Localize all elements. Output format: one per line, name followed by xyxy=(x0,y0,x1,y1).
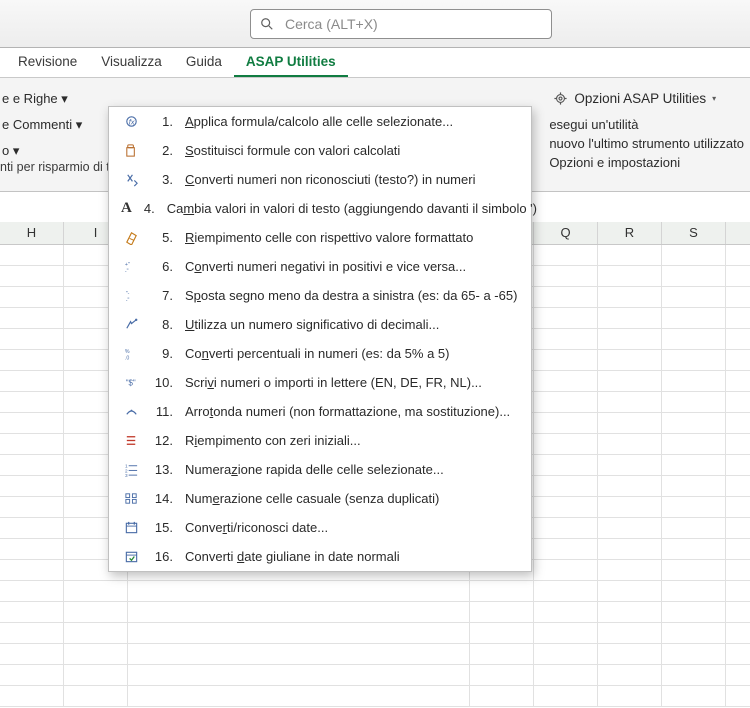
svg-text:+": +" xyxy=(125,262,130,268)
menu-icon-6: +"-" xyxy=(121,257,141,277)
opzioni-asap-label: Opzioni ASAP Utilities xyxy=(574,91,706,106)
menu-icon-3 xyxy=(121,170,141,190)
col-s[interactable]: S xyxy=(662,222,726,244)
menu-icon-15 xyxy=(121,518,141,538)
menu-icon-4: A xyxy=(121,199,132,219)
menu-icon-14 xyxy=(121,489,141,509)
menu-icon-12 xyxy=(121,431,141,451)
tab-revisione[interactable]: Revisione xyxy=(6,48,89,77)
menu-label: Sposta segno meno da destra a sinistra (… xyxy=(185,288,517,303)
menu-icon-8 xyxy=(121,315,141,335)
options-list: esegui un'utilità nuovo l'ultimo strumen… xyxy=(543,117,744,170)
opzioni-asap-button[interactable]: Opzioni ASAP Utilities ▾ xyxy=(543,86,725,111)
menu-num: 9. xyxy=(153,346,173,361)
ribbon-tabs: Revisione Visualizza Guida ASAP Utilitie… xyxy=(0,48,750,78)
ribbon-left-stub: e e Righe ▾ e Commenti ▾ o ▾ xyxy=(0,86,108,164)
menu-label: Converti numeri non riconosciuti (testo?… xyxy=(185,172,475,187)
gear-icon xyxy=(552,91,568,107)
menu-item-16[interactable]: 16. Converti date giuliane in date normal… xyxy=(109,542,531,571)
menu-item-15[interactable]: 15. Converti/riconosci date... xyxy=(109,513,531,542)
svg-text:-": -" xyxy=(126,297,130,303)
menu-num: 13. xyxy=(153,462,173,477)
menu-item-5[interactable]: 5. Riempimento celle con rispettivo valor… xyxy=(109,223,531,252)
menu-item-2[interactable]: 2. Sostituisci formule con valori calcola… xyxy=(109,136,531,165)
svg-text:"$": "$" xyxy=(126,378,136,387)
menu-label: Cambia valori in valori di testo (aggiun… xyxy=(167,201,537,216)
menu-num: 8. xyxy=(153,317,173,332)
menu-num: 12. xyxy=(153,433,173,448)
menu-icon-2 xyxy=(121,141,141,161)
col-h[interactable]: H xyxy=(0,222,64,244)
menu-item-8[interactable]: 8. Utilizza un numero significativo di de… xyxy=(109,310,531,339)
opt-esegui[interactable]: esegui un'utilità xyxy=(549,117,744,132)
menu-num: 6. xyxy=(153,259,173,274)
numeri-date-dropdown: fx 1. Applica formula/calcolo alle celle s… xyxy=(108,106,532,572)
col-r[interactable]: R xyxy=(598,222,662,244)
menu-item-11[interactable]: 11. Arrotonda numeri (non formattazione, … xyxy=(109,397,531,426)
stub-row-1[interactable]: e e Righe ▾ xyxy=(2,86,108,112)
menu-label: Converti/riconosci date... xyxy=(185,520,328,535)
opt-nuovo[interactable]: nuovo l'ultimo strumento utilizzato xyxy=(549,136,744,151)
menu-label: Numerazione celle casuale (senza duplica… xyxy=(185,491,439,506)
menu-num: 4. xyxy=(144,201,155,216)
menu-icon-13: 123 xyxy=(121,460,141,480)
menu-icon-5 xyxy=(121,228,141,248)
menu-label: Converti date giuliane in date normali xyxy=(185,549,400,564)
menu-icon-1: fx xyxy=(121,112,141,132)
menu-item-4[interactable]: A4.Cambia valori in valori di testo (agg… xyxy=(109,194,531,223)
menu-num: 11. xyxy=(153,404,173,419)
svg-text:-": -" xyxy=(125,268,129,274)
menu-icon-10: "$" xyxy=(121,373,141,393)
menu-num: 7. xyxy=(153,288,173,303)
menu-num: 14. xyxy=(153,491,173,506)
tab-visualizza[interactable]: Visualizza xyxy=(89,48,174,77)
svg-text:.0: .0 xyxy=(125,355,129,361)
svg-text:3: 3 xyxy=(124,473,127,477)
col-q[interactable]: Q xyxy=(534,222,598,244)
menu-item-10[interactable]: "$" 10. Scrivi numeri o importi in lettere… xyxy=(109,368,531,397)
search-placeholder: Cerca (ALT+X) xyxy=(285,16,378,32)
menu-num: 1. xyxy=(153,114,173,129)
menu-label: Riempimento con zeri iniziali... xyxy=(185,433,361,448)
svg-text:%: % xyxy=(125,349,130,355)
title-bar: Cerca (ALT+X) xyxy=(0,0,750,48)
menu-icon-11 xyxy=(121,402,141,422)
menu-num: 10. xyxy=(153,375,173,390)
opt-opzioni[interactable]: Opzioni e impostazioni xyxy=(549,155,744,170)
menu-num: 2. xyxy=(153,143,173,158)
menu-label: Converti numeri negativi in positivi e v… xyxy=(185,259,466,274)
search-icon xyxy=(259,16,275,32)
svg-text:"-: "- xyxy=(126,291,130,297)
tab-guida[interactable]: Guida xyxy=(174,48,234,77)
menu-num: 5. xyxy=(153,230,173,245)
statusline: nti per risparmio di t xyxy=(0,160,110,174)
menu-label: Converti percentuali in numeri (es: da 5… xyxy=(185,346,449,361)
menu-label: Applica formula/calcolo alle celle selez… xyxy=(185,114,453,129)
menu-item-14[interactable]: 14. Numerazione celle casuale (senza dupl… xyxy=(109,484,531,513)
search-input[interactable]: Cerca (ALT+X) xyxy=(250,9,552,39)
menu-num: 15. xyxy=(153,520,173,535)
chevron-down-icon: ▾ xyxy=(712,94,716,103)
menu-icon-16 xyxy=(121,547,141,567)
menu-item-9[interactable]: %.0 9. Converti percentuali in numeri (es:… xyxy=(109,339,531,368)
menu-item-6[interactable]: +"-" 6. Converti numeri negativi in positi… xyxy=(109,252,531,281)
stub-row-2[interactable]: e Commenti ▾ xyxy=(2,112,108,138)
svg-text:fx: fx xyxy=(128,117,134,126)
menu-item-7[interactable]: "--" 7. Sposta segno meno da destra a sini… xyxy=(109,281,531,310)
menu-label: Riempimento celle con rispettivo valore … xyxy=(185,230,473,245)
menu-icon-9: %.0 xyxy=(121,344,141,364)
menu-item-1[interactable]: fx 1. Applica formula/calcolo alle celle s… xyxy=(109,107,531,136)
menu-item-3[interactable]: 3. Converti numeri non riconosciuti (test… xyxy=(109,165,531,194)
menu-icon-7: "--" xyxy=(121,286,141,306)
menu-num: 3. xyxy=(153,172,173,187)
menu-label: Sostituisci formule con valori calcolati xyxy=(185,143,400,158)
menu-label: Scrivi numeri o importi in lettere (EN, … xyxy=(185,375,482,390)
menu-label: Numerazione rapida delle celle seleziona… xyxy=(185,462,444,477)
menu-num: 16. xyxy=(153,549,173,564)
tab-asap-utilities[interactable]: ASAP Utilities xyxy=(234,48,348,77)
menu-label: Arrotonda numeri (non formattazione, ma … xyxy=(185,404,510,419)
menu-item-12[interactable]: 12. Riempimento con zeri iniziali... xyxy=(109,426,531,455)
menu-item-13[interactable]: 123 13. Numerazione rapida delle celle sel… xyxy=(109,455,531,484)
menu-label: Utilizza un numero significativo di deci… xyxy=(185,317,439,332)
